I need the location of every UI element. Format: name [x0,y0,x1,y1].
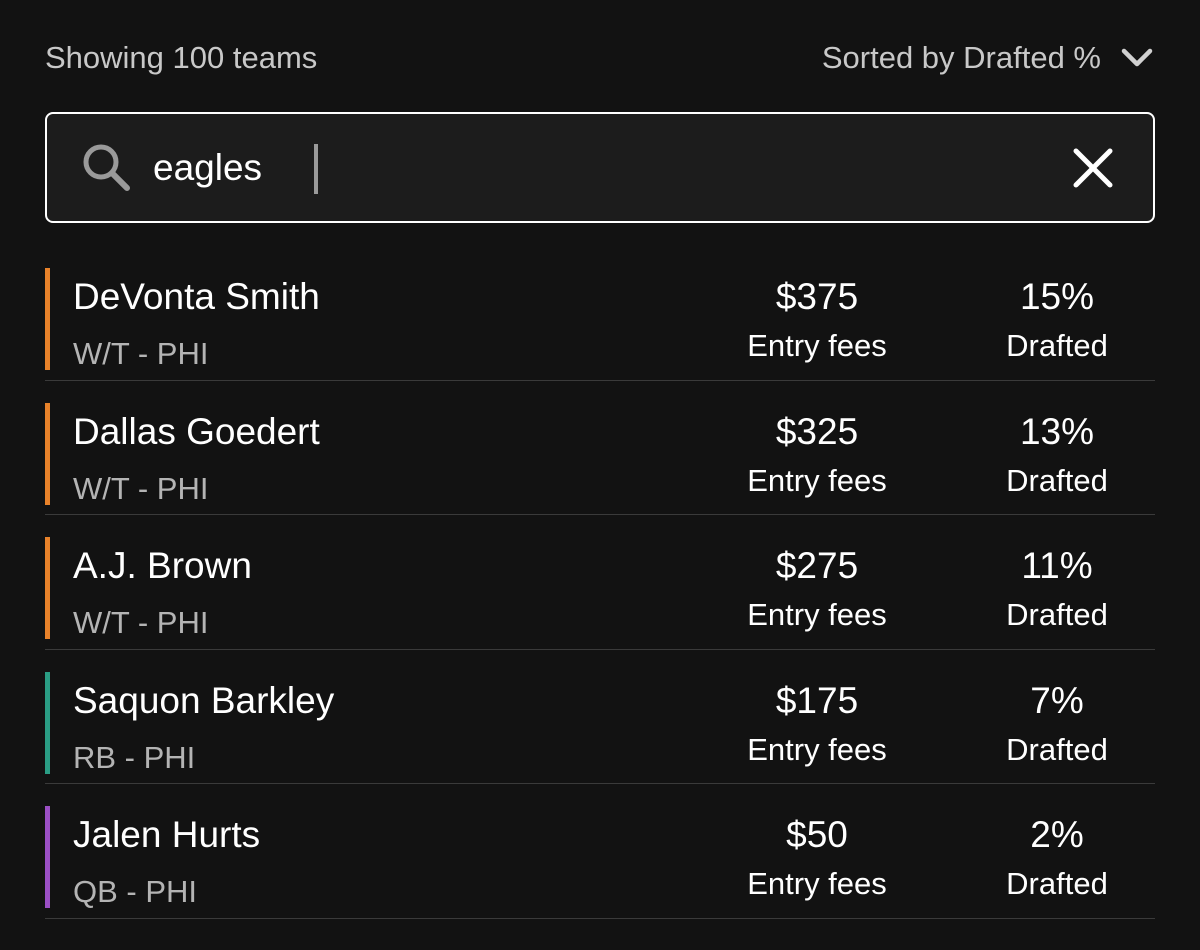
text-cursor [314,144,318,194]
player-name: Jalen Hurts [73,814,261,855]
entry-fees: $325 Entry fees [717,411,917,499]
entry-fees-value: $275 [775,545,859,586]
drafted-pct-label: Drafted [1006,866,1108,901]
entry-fees-value: $175 [775,679,859,721]
sort-label: Sorted by Drafted % [821,40,1101,75]
drafted-pct-label: Drafted [1006,462,1108,498]
entry-fees-label: Entry fees [747,866,887,901]
drafted-pct: 2% Drafted [957,814,1157,902]
player-name: A.J. Brown [73,545,252,586]
entry-fees: $375 Entry fees [717,276,917,364]
drafted-pct-label: Drafted [1006,731,1108,767]
drafted-pct-value: 11% [1021,545,1093,586]
list-item[interactable]: Jalen Hurts QB - PHI $50 Entry fees 2% D… [45,784,1155,919]
player-position: W/T - PHI [73,336,209,371]
position-color-bar [45,537,50,639]
close-icon[interactable] [1071,146,1115,190]
player-name: DeVonta Smith [73,276,320,317]
player-position: W/T - PHI [73,470,209,506]
position-color-bar [45,671,50,774]
entry-fees: $50 Entry fees [717,814,917,902]
entry-fees: $175 Entry fees [717,680,917,768]
sort-dropdown[interactable]: Sorted by Drafted % [822,40,1155,76]
player-name: Dallas Goedert [73,410,320,452]
results-count: Showing 100 teams [45,40,318,75]
list-item[interactable]: Dallas Goedert W/T - PHI $325 Entry fees… [45,381,1157,515]
list-item[interactable]: DeVonta Smith W/T - PHI $375 Entry fees … [45,246,1155,381]
entry-fees: $275 Entry fees [717,545,917,633]
list-item[interactable]: Saquon Barkley RB - PHI $175 Entry fees … [45,650,1157,784]
chevron-down-icon [1121,48,1153,67]
position-color-bar [45,402,50,505]
entry-fees-label: Entry fees [747,328,887,363]
entry-fees-label: Entry fees [747,731,887,767]
search-box [45,112,1155,223]
entry-fees-value: $50 [786,814,848,855]
drafted-pct: 7% Drafted [957,680,1157,768]
position-color-bar [45,268,50,370]
drafted-pct-label: Drafted [1006,597,1108,632]
drafted-pct-value: 13% [1019,410,1095,452]
drafted-pct-value: 7% [1030,679,1084,721]
position-color-bar [45,806,50,908]
entry-fees-label: Entry fees [747,462,887,498]
entry-fees-label: Entry fees [747,597,887,632]
player-name: Saquon Barkley [73,679,335,721]
drafted-pct-label: Drafted [1006,328,1108,363]
entry-fees-value: $375 [775,276,859,317]
drafted-pct: 13% Drafted [957,411,1157,499]
player-position: QB - PHI [73,874,198,909]
player-list: DeVonta Smith W/T - PHI $375 Entry fees … [45,246,1155,919]
drafted-pct-value: 15% [1019,276,1095,317]
drafted-pct: 15% Drafted [957,276,1157,364]
search-input[interactable] [153,137,1071,198]
entry-fees-value: $325 [775,410,859,452]
list-item[interactable]: A.J. Brown W/T - PHI $275 Entry fees 11%… [45,515,1155,650]
drafted-pct: 11% Drafted [957,545,1157,633]
drafted-pct-value: 2% [1030,814,1084,855]
player-position: W/T - PHI [73,605,209,640]
search-icon [83,144,130,191]
list-header: Showing 100 teams Sorted by Drafted % [45,28,1155,88]
player-position: RB - PHI [73,739,196,775]
